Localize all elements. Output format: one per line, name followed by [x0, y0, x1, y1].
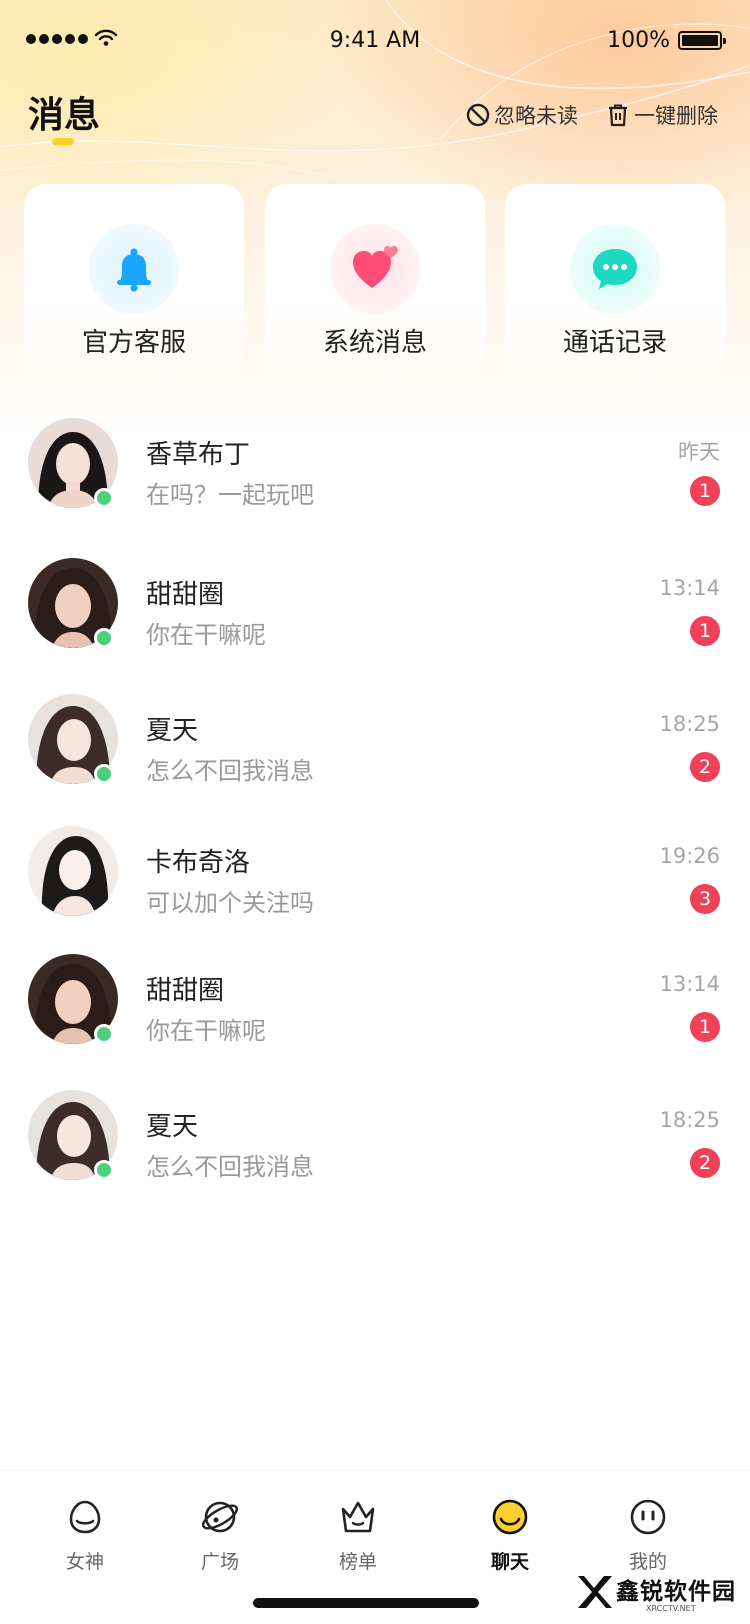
watermark: 鑫锐软件园 XRCCTV.NET [574, 1570, 744, 1616]
last-message: 在吗？一起玩吧 [146, 481, 314, 509]
home-indicator[interactable] [253, 1598, 479, 1608]
chat-bubble-icon [570, 224, 660, 314]
tab-label: 榜单 [338, 1551, 377, 1573]
unread-badge: 1 [690, 476, 720, 506]
online-status-dot [94, 1160, 114, 1180]
unread-badge: 2 [690, 752, 720, 782]
message-time: 13:14 [659, 972, 720, 996]
message-time: 18:25 [659, 1108, 720, 1132]
message-time: 13:14 [659, 576, 720, 600]
message-time: 18:25 [659, 712, 720, 736]
conversation-item[interactable]: 夏天 怎么不回我消息 18:25 2 [0, 694, 750, 790]
unread-badge: 2 [690, 1148, 720, 1178]
battery-percentage: 100% [607, 28, 670, 53]
conversation-item[interactable]: 甜甜圈 你在干嘛呢 13:14 1 [0, 954, 750, 1050]
message-time: 19:26 [659, 844, 720, 868]
tab-ranking[interactable]: 榜单 [308, 1497, 408, 1587]
delete-all-button[interactable]: 一键删除 [606, 100, 718, 130]
crown-icon [341, 1501, 375, 1533]
ignore-unread-label: 忽略未读 [494, 104, 578, 128]
last-message: 你在干嘛呢 [146, 1017, 266, 1045]
card-label: 官方客服 [81, 328, 186, 358]
goddess-icon [69, 1500, 101, 1534]
planet-icon [201, 1501, 239, 1533]
card-label: 系统消息 [322, 328, 427, 358]
bell-icon [89, 224, 179, 314]
tab-chat[interactable]: 聊天 [460, 1497, 560, 1587]
unread-badge: 3 [690, 884, 720, 914]
contact-name: 甜甜圈 [146, 580, 225, 610]
watermark-sub: XRCCTV.NET [646, 1604, 696, 1613]
tab-goddess[interactable]: 女神 [35, 1497, 135, 1587]
official-service-card[interactable]: 官方客服 [24, 184, 244, 384]
conversation-item[interactable]: 夏天 怎么不回我消息 18:25 2 [0, 1090, 750, 1186]
smile-chat-icon [492, 1499, 528, 1535]
online-status-dot [94, 764, 114, 784]
conversation-item[interactable]: 甜甜圈 你在干嘛呢 13:14 1 [0, 558, 750, 654]
delete-all-label: 一键删除 [634, 104, 718, 128]
unread-badge: 1 [690, 616, 720, 646]
online-status-dot [94, 628, 114, 648]
tab-label: 女神 [65, 1551, 104, 1573]
ban-icon [466, 103, 490, 127]
contact-name: 夏天 [146, 1112, 199, 1142]
status-bar: 9:41 AM 100% [0, 0, 750, 84]
watermark-text: 鑫锐软件园 [616, 1579, 736, 1605]
last-message: 可以加个关注吗 [146, 889, 314, 917]
last-message: 怎么不回我消息 [146, 757, 314, 785]
page-title: 消息 [28, 95, 101, 136]
contact-name: 甜甜圈 [146, 976, 225, 1006]
contact-name: 卡布奇洛 [146, 848, 251, 878]
contact-name: 香草布丁 [146, 440, 251, 470]
battery-icon [678, 31, 726, 50]
contact-name: 夏天 [146, 716, 199, 746]
last-message: 你在干嘛呢 [146, 621, 266, 649]
tab-square[interactable]: 广场 [170, 1497, 270, 1587]
ignore-unread-button[interactable]: 忽略未读 [466, 100, 578, 130]
trash-icon [609, 104, 627, 127]
tab-label: 聊天 [490, 1551, 529, 1573]
avatar[interactable] [28, 826, 118, 916]
conversation-item[interactable]: 香草布丁 在吗？一起玩吧 昨天 1 [0, 418, 750, 514]
title-indicator [52, 138, 74, 145]
system-message-card[interactable]: 系统消息 [265, 184, 485, 384]
message-time: 昨天 [678, 440, 720, 464]
online-status-dot [94, 488, 114, 508]
last-message: 怎么不回我消息 [146, 1153, 314, 1181]
tab-label: 广场 [200, 1551, 239, 1573]
card-label: 通话记录 [562, 328, 667, 358]
profile-face-icon [630, 1499, 666, 1535]
unread-badge: 1 [690, 1012, 720, 1042]
online-status-dot [94, 1024, 114, 1044]
heart-icon [330, 224, 420, 314]
conversation-item[interactable]: 卡布奇洛 可以加个关注吗 19:26 3 [0, 826, 750, 922]
call-record-card[interactable]: 通话记录 [505, 184, 725, 384]
watermark-logo-icon [578, 1576, 612, 1608]
